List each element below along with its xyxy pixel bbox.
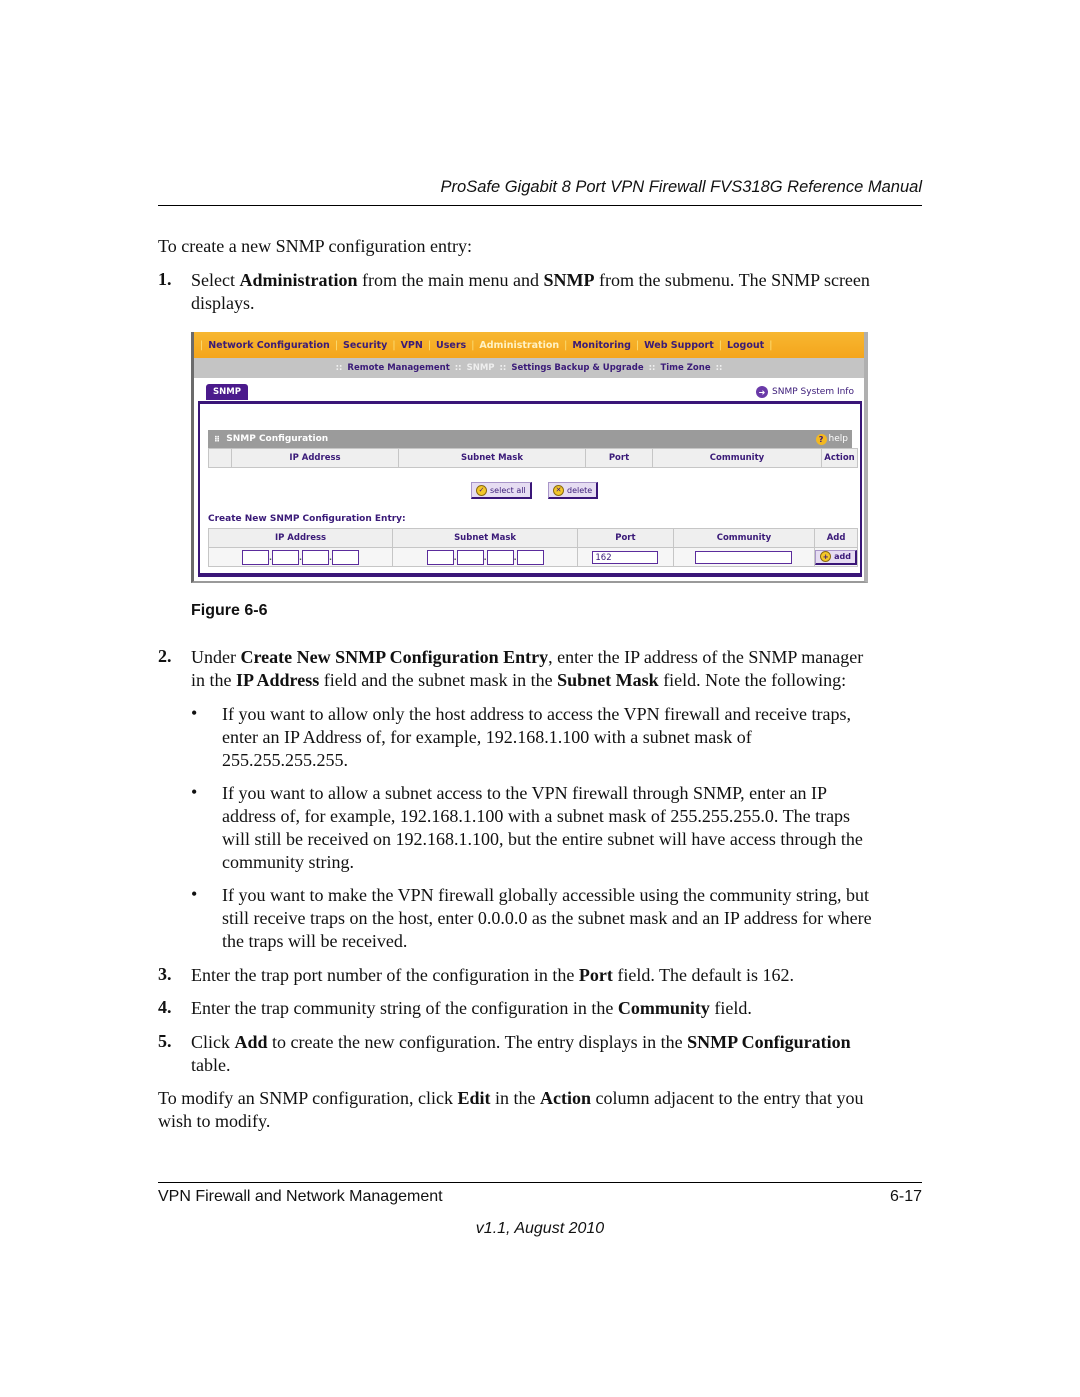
snmp-system-info-label: SNMP System Info: [772, 387, 854, 397]
step-5-text: Click Add to create the new configuratio…: [191, 1032, 851, 1075]
section-title: SNMP Configuration: [226, 434, 329, 444]
x-circle-icon: ✕: [553, 484, 564, 496]
intro-text: To create a new SNMP configuration entry…: [158, 236, 472, 256]
header-rule: [158, 205, 922, 206]
step-2-number: 2.: [158, 646, 172, 666]
help-link[interactable]: ? help: [815, 433, 848, 445]
col-port: Port: [585, 448, 653, 468]
create-header-row: IP Address Subnet Mask Port Community Ad…: [207, 528, 858, 548]
ip-octet-1-input[interactable]: [242, 549, 270, 565]
submenu-snmp[interactable]: SNMP: [467, 363, 495, 373]
snmp-config-table: IP Address Subnet Mask Port Community Ac…: [208, 448, 858, 468]
ip-address-inputs: ...: [207, 547, 394, 567]
create-col-port: Port: [577, 528, 674, 548]
bullet-dot: •: [191, 782, 198, 802]
delete-button[interactable]: ✕ delete: [548, 482, 599, 499]
figure-caption: Figure 6-6: [191, 602, 268, 619]
menu-network-configuration[interactable]: Network Configuration: [208, 340, 330, 351]
create-col-add: Add: [814, 528, 858, 548]
step-2-text: Under Create New SNMP Configuration Entr…: [191, 647, 864, 690]
subnet-mask-inputs: ...: [392, 547, 579, 567]
menu-users[interactable]: Users: [436, 340, 466, 351]
snmp-config-section-header: ⠿ SNMP Configuration ? help: [208, 430, 852, 448]
footer-rule: [158, 1182, 922, 1183]
create-col-ip: IP Address: [207, 528, 394, 548]
bullet-dot: •: [191, 884, 198, 904]
snmp-screen-figure: | Network Configuration | Security | VPN | …: [191, 332, 868, 583]
submenu-settings-backup[interactable]: Settings Backup & Upgrade: [511, 363, 643, 373]
closing-text: To modify an SNMP configuration, click E…: [158, 1088, 864, 1131]
col-ip-address: IP Address: [231, 448, 399, 468]
main-menu: | Network Configuration | Security | VPN | …: [194, 332, 864, 358]
snmp-system-info-link[interactable]: ➜ SNMP System Info: [756, 386, 854, 398]
sub-menu: :: Remote Management:: SNMP:: Settings B…: [194, 358, 864, 378]
ip-octet-2-input[interactable]: [272, 549, 300, 565]
step-4-text: Enter the trap community string of the c…: [191, 998, 752, 1018]
menu-vpn[interactable]: VPN: [401, 340, 423, 351]
col-community: Community: [652, 448, 822, 468]
step-1-number: 1.: [158, 269, 172, 289]
bullet-3-text: If you want to make the VPN firewall glo…: [222, 885, 872, 951]
plus-circle-icon: +: [820, 551, 832, 562]
create-col-subnet: Subnet Mask: [392, 528, 579, 548]
submenu-time-zone[interactable]: Time Zone: [660, 363, 710, 373]
step-3-text: Enter the trap port number of the config…: [191, 965, 794, 985]
col-subnet-mask: Subnet Mask: [398, 448, 586, 468]
col-action: Action: [821, 448, 858, 468]
create-entry-table: IP Address Subnet Mask Port Community Ad…: [207, 528, 858, 567]
create-input-row: ... ... 162 + add: [207, 547, 858, 567]
menu-monitoring[interactable]: Monitoring: [572, 340, 631, 351]
footer-section: VPN Firewall and Network Management: [158, 1188, 443, 1205]
arrow-circle-icon: ➜: [756, 386, 769, 398]
footer-page-number: 6-17: [889, 1188, 922, 1205]
snmp-panel: ⠿ SNMP Configuration ? help IP Address Su…: [198, 401, 862, 577]
create-col-community: Community: [672, 528, 816, 548]
running-header: ProSafe Gigabit 8 Port VPN Firewall FVS3…: [440, 178, 922, 196]
ip-octet-4-input[interactable]: [332, 549, 360, 565]
help-icon: ?: [815, 433, 827, 445]
mask-octet-1-input[interactable]: [426, 549, 454, 565]
submenu-remote-management[interactable]: Remote Management: [347, 363, 449, 373]
menu-administration[interactable]: Administration: [479, 340, 559, 351]
table-header-row: IP Address Subnet Mask Port Community Ac…: [208, 448, 858, 468]
add-button[interactable]: + add: [815, 549, 857, 565]
step-4-number: 4.: [158, 997, 172, 1017]
bullet-dot: •: [191, 703, 198, 723]
tab-snmp[interactable]: SNMP: [206, 384, 248, 400]
select-all-button[interactable]: ✓ select all: [471, 482, 532, 499]
grid-icon: ⠿: [214, 434, 221, 444]
checkmark-icon: ✓: [476, 484, 487, 496]
mask-octet-3-input[interactable]: [486, 549, 514, 565]
step-3-number: 3.: [158, 964, 172, 984]
bullet-2-text: If you want to allow a subnet access to …: [222, 783, 863, 872]
community-input[interactable]: [695, 550, 793, 564]
mask-octet-4-input[interactable]: [516, 549, 544, 565]
bullet-1-text: If you want to allow only the host addre…: [222, 704, 851, 770]
mask-octet-2-input[interactable]: [456, 549, 484, 565]
step-1-text: Select Administration from the main menu…: [191, 270, 870, 313]
menu-web-support[interactable]: Web Support: [644, 340, 714, 351]
menu-security[interactable]: Security: [343, 340, 387, 351]
ip-octet-3-input[interactable]: [302, 549, 330, 565]
port-input[interactable]: 162: [592, 550, 659, 564]
menu-logout[interactable]: Logout: [727, 340, 764, 351]
footer-version: v1.1, August 2010: [475, 1220, 605, 1237]
step-5-number: 5.: [158, 1031, 172, 1051]
col-select: [208, 448, 232, 468]
create-entry-title: Create New SNMP Configuration Entry:: [208, 514, 406, 524]
